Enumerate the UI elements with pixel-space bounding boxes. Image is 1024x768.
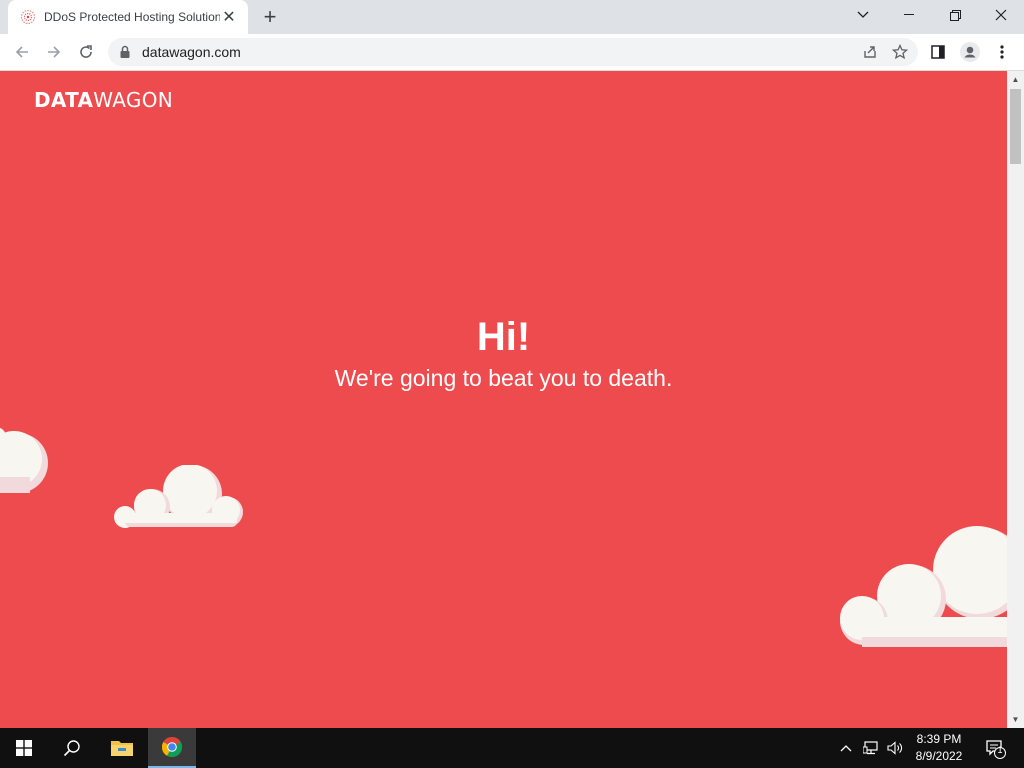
volume-icon: [887, 741, 902, 755]
profile-button[interactable]: [956, 38, 984, 66]
show-hidden-icons-button[interactable]: [836, 728, 856, 768]
action-center-button[interactable]: 1: [978, 728, 1012, 768]
volume-button[interactable]: [884, 728, 906, 768]
clock-time: 8:39 PM: [916, 732, 962, 746]
windows-taskbar: 8:39 PM 8/9/2022 1: [0, 728, 1024, 768]
scroll-up-arrow[interactable]: ▲: [1007, 71, 1024, 88]
page-scrollbar[interactable]: ▲ ▼: [1007, 71, 1024, 728]
arrow-right-icon: [48, 46, 61, 58]
tab-title: DDoS Protected Hosting Solutions: [44, 10, 220, 24]
taskbar-clock[interactable]: 8:39 PM 8/9/2022: [908, 731, 970, 765]
address-bar[interactable]: datawagon.com: [108, 38, 918, 66]
start-button[interactable]: [0, 728, 48, 768]
page-viewport: DATAWAGON Hi! We're going to beat you to…: [0, 71, 1007, 728]
taskbar-search-button[interactable]: [48, 728, 96, 768]
network-button[interactable]: [860, 728, 882, 768]
arrow-left-icon: [15, 46, 28, 58]
search-icon: [63, 740, 80, 757]
network-icon: [863, 741, 878, 755]
star-icon[interactable]: [892, 44, 908, 60]
notification-count-badge: 1: [997, 745, 1003, 755]
minimize-button[interactable]: [886, 0, 932, 30]
reload-icon: [80, 45, 92, 58]
restore-button[interactable]: [932, 0, 978, 30]
back-button[interactable]: [8, 38, 36, 66]
cloud-left-edge: [0, 427, 48, 493]
tab-search-button[interactable]: [840, 0, 886, 30]
hero-title: Hi!: [476, 315, 531, 359]
avatar-icon: [960, 42, 980, 62]
tab-close-icon[interactable]: ✕: [220, 8, 238, 26]
forward-button[interactable]: [40, 38, 68, 66]
new-tab-button[interactable]: +: [258, 4, 282, 29]
chrome-icon: [161, 737, 183, 758]
reload-button[interactable]: [72, 38, 100, 66]
scroll-thumb[interactable]: [1010, 89, 1021, 164]
close-window-button[interactable]: [978, 0, 1024, 30]
restore-icon: [949, 9, 961, 21]
menu-button[interactable]: [988, 38, 1016, 66]
windows-start-icon: [16, 740, 32, 756]
more-vertical-icon: [1000, 45, 1004, 59]
close-icon: [995, 9, 1007, 21]
datawagon-favicon-icon: [20, 9, 36, 25]
hero-section: Hi! We're going to beat you to death.: [0, 311, 1007, 393]
chrome-taskbar-button[interactable]: [148, 728, 196, 768]
cloud-bottom-right: [840, 526, 1007, 647]
chevron-up-icon: [840, 745, 852, 752]
side-panel-button[interactable]: [924, 38, 952, 66]
browser-tab-bar: DDoS Protected Hosting Solutions ✕ +: [0, 0, 1024, 34]
url-text[interactable]: datawagon.com: [142, 44, 241, 60]
hero-subtitle: We're going to beat you to death.: [334, 365, 673, 391]
lock-icon[interactable]: [118, 45, 132, 59]
scroll-down-arrow[interactable]: ▼: [1007, 711, 1024, 728]
logo-light-text: WAGON: [93, 88, 174, 112]
logo-bold-text: DATA: [34, 88, 94, 112]
cloud-middle: [114, 465, 243, 528]
chevron-down-icon: [857, 11, 869, 18]
datawagon-logo[interactable]: DATAWAGON: [34, 88, 173, 112]
browser-toolbar: datawagon.com: [0, 34, 1024, 71]
clock-date: 8/9/2022: [915, 749, 963, 763]
share-icon[interactable]: [862, 44, 878, 60]
file-explorer-button[interactable]: [98, 728, 146, 768]
minimize-icon: [904, 14, 914, 15]
browser-tab[interactable]: DDoS Protected Hosting Solutions ✕: [8, 0, 248, 34]
side-panel-icon: [931, 45, 945, 59]
file-explorer-icon: [111, 741, 133, 756]
